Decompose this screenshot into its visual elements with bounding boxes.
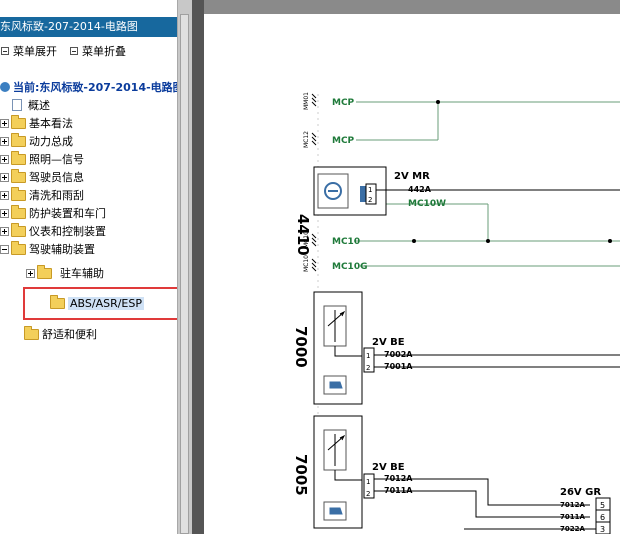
expand-icon xyxy=(1,47,9,55)
tree-item-label: 清洗和雨刮 xyxy=(29,189,84,202)
wiring-diagram: MCP MCP MC10 MC10G MM01 MC12 MC10 MC10 4… xyxy=(204,14,620,534)
highlight-box xyxy=(23,287,187,320)
module-wire-7022a: 7022A xyxy=(560,525,585,533)
collapse-icon xyxy=(70,47,78,55)
folder-icon xyxy=(11,168,26,183)
ground-mcp-1 xyxy=(311,93,317,107)
expand-plus-icon[interactable] xyxy=(0,226,9,236)
ground-label-mc10-b: MC10 xyxy=(303,255,310,272)
expand-menu-button[interactable]: 菜单展开 xyxy=(1,43,57,59)
tree-item-label: 动力总成 xyxy=(29,135,73,148)
folder-icon xyxy=(37,264,52,279)
tree-item-parking-assist[interactable]: 驻车辅助 xyxy=(26,264,104,281)
expand-plus-icon[interactable] xyxy=(0,190,9,200)
pin-label: 1 xyxy=(368,186,372,194)
scrollbar-thumb[interactable] xyxy=(180,14,189,534)
document-icon xyxy=(12,99,22,111)
ground-label-mm01: MM01 xyxy=(303,92,310,110)
wire-mc10w: MC10W xyxy=(408,199,446,209)
ground-mc10g xyxy=(311,258,317,272)
pin-label: 2 xyxy=(368,196,372,204)
tree-item-powertrain[interactable]: 动力总成 xyxy=(0,132,73,149)
label-mcp-1: MCP xyxy=(332,98,355,108)
pin-label: 1 xyxy=(366,478,370,486)
pin-label: 1 xyxy=(366,352,370,360)
folder-open-icon xyxy=(11,240,26,255)
panel-title: 东风标致-207-2014-电路图 xyxy=(0,17,177,37)
tree-panel: 东风标致-207-2014-电路图 菜单展开 菜单折叠 当前:东风标致-207-… xyxy=(0,0,177,534)
folder-icon xyxy=(11,204,26,219)
connector-7000: 2V BE xyxy=(372,337,405,348)
folder-icon xyxy=(24,325,39,340)
label-mc10g: MC10G xyxy=(332,262,367,272)
wiring-diagram-svg: MCP MCP MC10 MC10G MM01 MC12 MC10 MC10 4… xyxy=(292,92,620,534)
wire-7012a: 7012A xyxy=(384,474,413,483)
tree-item-label: 照明—信号 xyxy=(29,153,84,166)
tree-item-label: 驾驶辅助装置 xyxy=(29,243,95,256)
tree-item-label: 概述 xyxy=(28,99,50,112)
tree-item-overview[interactable]: 概述 xyxy=(10,97,50,113)
module-26v-gr: 26V GR 5 6 3 7012A 7011A 7022A xyxy=(464,487,611,534)
wire-7001a: 7001A xyxy=(384,362,413,371)
ground-label-mc12: MC12 xyxy=(303,131,310,148)
folder-icon xyxy=(11,186,26,201)
menu-toolbar: 菜单展开 菜单折叠 xyxy=(0,41,177,61)
collapse-menu-button[interactable]: 菜单折叠 xyxy=(70,43,126,59)
tree-item-instruments[interactable]: 仪表和控制装置 xyxy=(0,222,106,239)
module-wire-7012a: 7012A xyxy=(560,501,585,509)
connector-module: 26V GR xyxy=(560,487,601,498)
label-mc10: MC10 xyxy=(332,237,360,247)
module-wire-7011a: 7011A xyxy=(560,513,585,521)
tree-item-label: 舒适和便利 xyxy=(42,328,97,341)
expand-plus-icon[interactable] xyxy=(0,154,9,164)
pin-label: 2 xyxy=(366,490,370,498)
tree-item-label: 驻车辅助 xyxy=(60,267,104,280)
tree-item-basics[interactable]: 基本看法 xyxy=(0,114,73,131)
component-7005: 7005 1 2 2V BE 7012A 7011A xyxy=(292,415,590,529)
tree-item-driving-assist[interactable]: 驾驶辅助装置 xyxy=(0,240,95,257)
expand-plus-icon[interactable] xyxy=(0,136,9,146)
connector-4410: 2V MR xyxy=(394,171,430,182)
label-mcp-2: MCP xyxy=(332,136,355,146)
wire-7011a: 7011A xyxy=(384,486,413,495)
tree-item-protection-doors[interactable]: 防护装置和车门 xyxy=(0,204,106,221)
wire-442a: 442A xyxy=(408,185,432,194)
expand-plus-icon[interactable] xyxy=(26,268,35,278)
module-pin: 6 xyxy=(600,513,605,522)
component-number-4410: 4410 xyxy=(294,214,312,256)
folder-icon xyxy=(11,150,26,165)
component-number-7005: 7005 xyxy=(292,454,310,496)
folder-icon xyxy=(11,114,26,129)
expand-label: 菜单展开 xyxy=(13,45,57,58)
module-pin: 5 xyxy=(600,501,605,510)
tree-item-comfort[interactable]: 舒适和便利 xyxy=(24,325,97,342)
folder-icon xyxy=(11,222,26,237)
tree-item-label: 仪表和控制装置 xyxy=(29,225,106,238)
panel-separator xyxy=(192,0,204,534)
folder-icon xyxy=(11,132,26,147)
tree-item-label: 基本看法 xyxy=(29,117,73,130)
component-number-7000: 7000 xyxy=(292,326,310,368)
component-7000: 7000 1 2 2V BE 7002A 7001A xyxy=(292,291,620,405)
module-pin: 3 xyxy=(600,525,605,534)
ground-mcp-2 xyxy=(311,132,317,146)
tree-item-wash-wipe[interactable]: 清洗和雨刮 xyxy=(0,186,84,203)
globe-icon xyxy=(0,82,10,92)
tree-item-driver-info[interactable]: 驾驶员信息 xyxy=(0,168,84,185)
tree-root[interactable]: 当前:东风标致-207-2014-电路图 xyxy=(0,79,177,95)
tree-root-label: 当前:东风标致-207-2014-电路图 xyxy=(13,81,177,94)
tree-item-label: 防护装置和车门 xyxy=(29,207,106,220)
expand-plus-icon[interactable] xyxy=(0,118,9,128)
collapse-minus-icon[interactable] xyxy=(0,244,9,254)
tree-item-label: 驾驶员信息 xyxy=(29,171,84,184)
pin-label: 2 xyxy=(366,364,370,372)
connector-7005: 2V BE xyxy=(372,462,405,473)
tree-item-lighting[interactable]: 照明—信号 xyxy=(0,150,84,167)
expand-plus-icon[interactable] xyxy=(0,208,9,218)
expand-plus-icon[interactable] xyxy=(0,172,9,182)
collapse-label: 菜单折叠 xyxy=(82,45,126,58)
wire-7002a: 7002A xyxy=(384,350,413,359)
